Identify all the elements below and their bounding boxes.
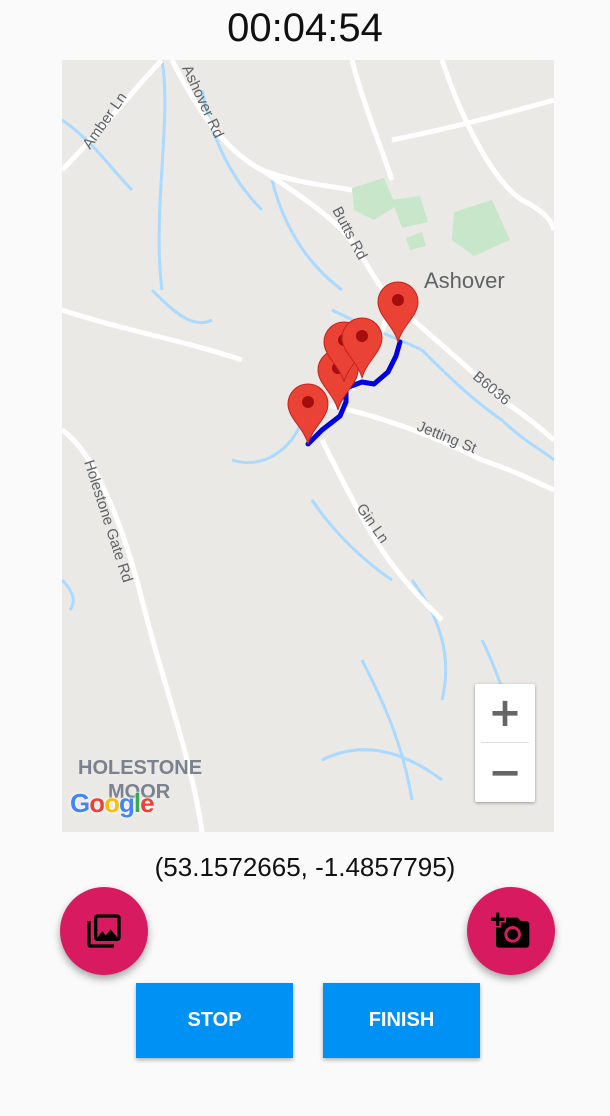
map-label-b6036: B6036 bbox=[469, 368, 513, 409]
google-logo: Google bbox=[70, 788, 155, 818]
zoom-out-button[interactable]: − bbox=[475, 744, 535, 802]
stop-button[interactable]: STOP bbox=[136, 983, 293, 1058]
zoom-divider bbox=[481, 742, 529, 743]
gallery-button[interactable] bbox=[60, 887, 148, 975]
elapsed-timer: 00:04:54 bbox=[227, 6, 383, 50]
zoom-in-button[interactable]: + bbox=[475, 684, 535, 742]
add-photo-button[interactable] bbox=[467, 887, 555, 975]
park-areas bbox=[352, 178, 510, 256]
map-label-amber-ln: Amber Ln bbox=[79, 89, 130, 152]
map-label-jetting-st: Jetting St bbox=[415, 418, 480, 457]
coordinates-readout: (53.1572665, -1.4857795) bbox=[154, 852, 456, 882]
zoom-controls: + − bbox=[475, 684, 535, 802]
map-label-holestone: HOLESTONE bbox=[78, 757, 202, 779]
add-a-photo-icon bbox=[491, 912, 530, 948]
map-label-ashover: Ashover bbox=[424, 268, 505, 293]
finish-button[interactable]: FINISH bbox=[323, 983, 480, 1058]
map-view[interactable]: Amber Ln Ashover Rd Butts Rd B6036 Jetti… bbox=[62, 60, 554, 832]
map-label-holestone-gate-rd: Holestone Gate Rd bbox=[80, 458, 136, 585]
map-label-gin-ln: Gin Ln bbox=[353, 501, 392, 547]
map-label-ashover-rd: Ashover Rd bbox=[178, 63, 227, 141]
photo-library-icon bbox=[87, 914, 121, 948]
